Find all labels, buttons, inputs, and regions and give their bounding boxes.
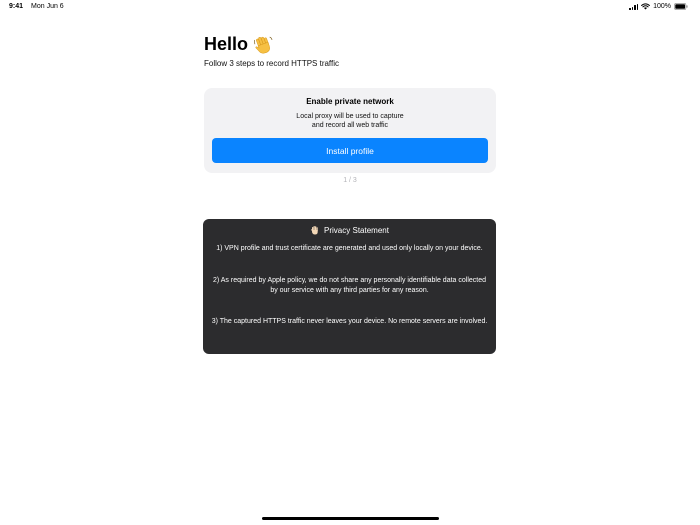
install-profile-button[interactable]: Install profile bbox=[212, 138, 488, 163]
privacy-item: 2) As required by Apple policy, we do no… bbox=[212, 277, 487, 294]
step-description: Local proxy will be used to capture and … bbox=[204, 112, 496, 130]
privacy-heading-text: Privacy Statement bbox=[324, 225, 389, 235]
signal-icon bbox=[629, 3, 639, 10]
raised-hand-icon bbox=[310, 226, 318, 235]
privacy-card: Privacy Statement 1) VPN profile and tru… bbox=[203, 219, 496, 354]
page-title: Hello bbox=[204, 34, 273, 55]
wifi-icon bbox=[641, 3, 650, 10]
home-indicator[interactable] bbox=[262, 517, 439, 520]
status-time: 9:41 bbox=[9, 3, 24, 10]
step-title: Enable private network bbox=[306, 97, 394, 106]
title-text: Hello bbox=[204, 34, 249, 54]
status-bar: 9:41 Mon Jun 6 100% bbox=[0, 0, 700, 14]
waving-hand-icon bbox=[254, 36, 273, 53]
privacy-item: 1) VPN profile and trust certificate are… bbox=[216, 245, 483, 252]
status-right: 100% bbox=[629, 3, 688, 10]
privacy-item: 3) The captured HTTPS traffic never leav… bbox=[211, 318, 488, 325]
subtitle: Follow 3 steps to record HTTPS traffic bbox=[204, 59, 340, 68]
step-description-line-2: and record all web traffic bbox=[311, 122, 389, 129]
step-description-line-1: Local proxy will be used to capture bbox=[296, 113, 404, 120]
status-left: 9:41 Mon Jun 6 bbox=[9, 3, 64, 10]
step-card: Enable private network Local proxy will … bbox=[204, 88, 496, 173]
battery-percent: 100% bbox=[653, 3, 671, 10]
battery-icon bbox=[674, 3, 688, 10]
step-pager: 1 / 3 bbox=[343, 177, 357, 184]
status-date: Mon Jun 6 bbox=[31, 3, 64, 10]
privacy-heading: Privacy Statement bbox=[203, 225, 496, 235]
